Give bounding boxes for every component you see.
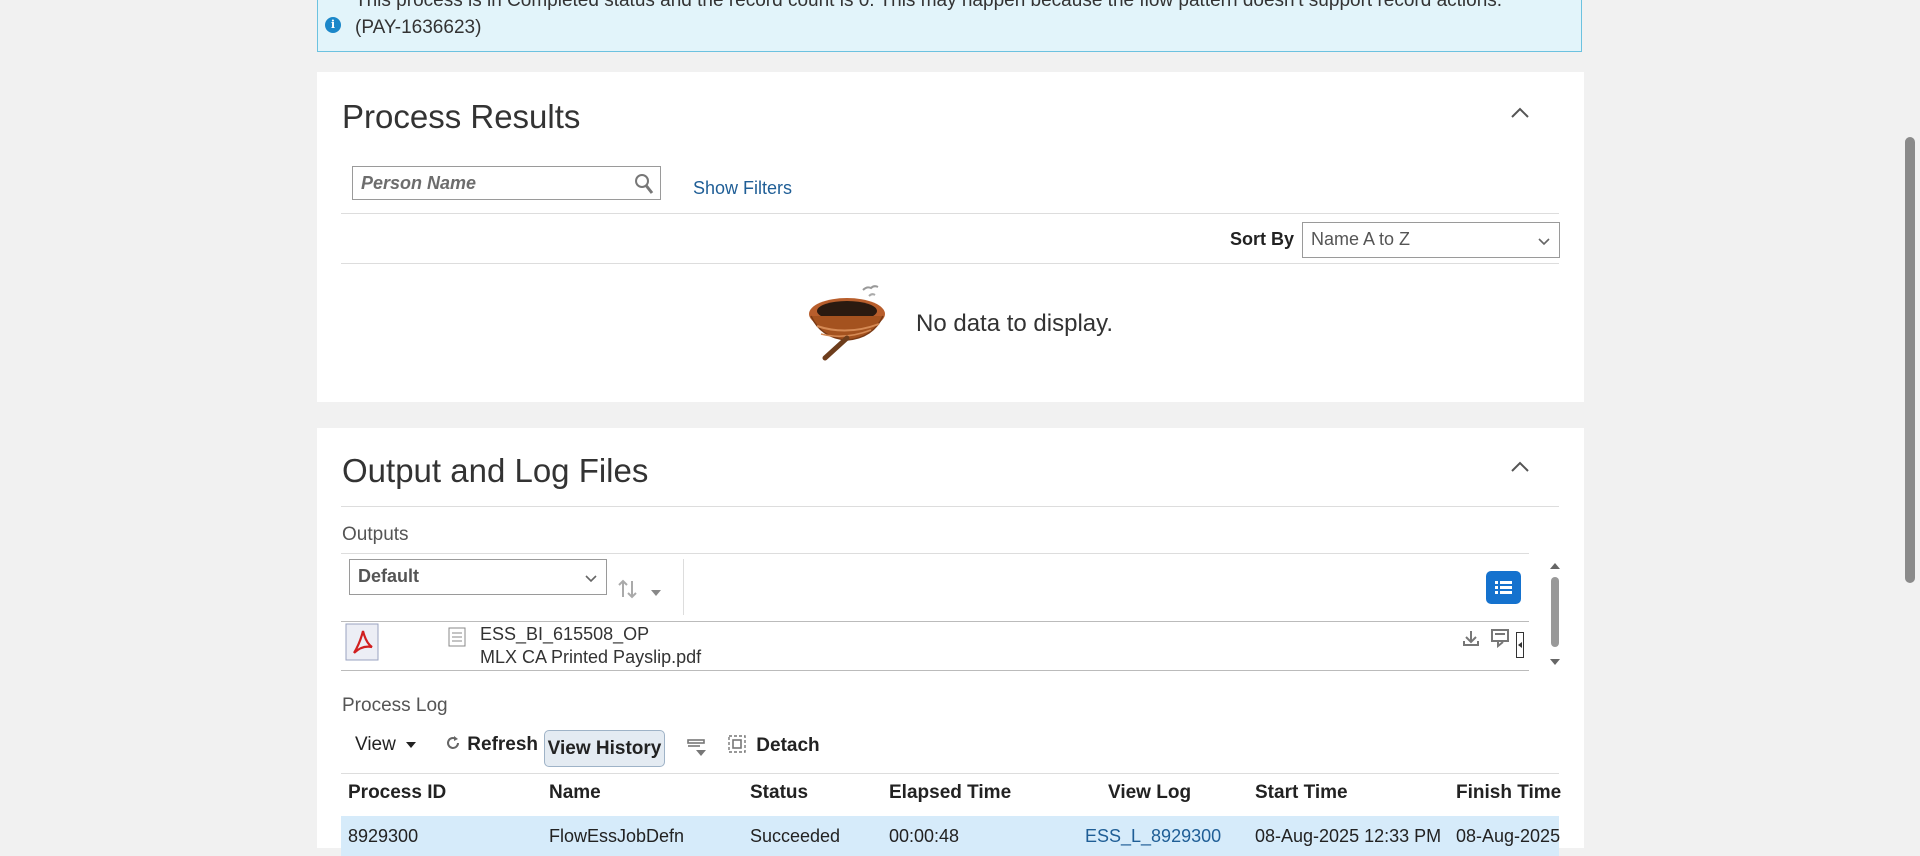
row-expand-handle[interactable] (1516, 632, 1524, 658)
cell-elapsed-time: 00:00:48 (889, 826, 960, 846)
output-log-panel: Output and Log Files Outputs Default ESS… (317, 428, 1584, 856)
republish-icon[interactable] (1490, 628, 1512, 653)
col-process-id[interactable]: Process ID (348, 782, 446, 804)
filter-icon[interactable] (686, 738, 708, 763)
info-banner: i This process is in Completed status an… (317, 0, 1582, 52)
pdf-file-icon (345, 623, 379, 666)
info-icon: i (325, 17, 341, 33)
collapse-chevron-up-icon[interactable] (1509, 456, 1531, 478)
divider (341, 621, 1529, 622)
cell-name: FlowEssJobDefn (549, 826, 685, 846)
process-results-panel: Process Results Show Filters Sort By Nam… (317, 72, 1584, 402)
caret-down-icon[interactable] (650, 585, 662, 603)
document-icon (448, 627, 466, 652)
sort-by-value: Name A to Z (1311, 229, 1411, 249)
cell-start-time: 08-Aug-2025 12:33 PM (1255, 826, 1442, 846)
divider (341, 506, 1559, 507)
page-scrollbar-thumb[interactable] (1905, 137, 1915, 583)
show-filters-link[interactable]: Show Filters (693, 178, 792, 199)
outputs-view-select[interactable]: Default (349, 559, 607, 595)
outputs-label: Outputs (342, 524, 409, 545)
output-file-name[interactable]: MLX CA Printed Payslip.pdf (480, 647, 701, 668)
view-menu-label: View (355, 734, 396, 755)
collapse-chevron-up-icon[interactable] (1509, 102, 1531, 124)
outputs-view-value: Default (358, 566, 420, 586)
detach-label: Detach (756, 735, 820, 756)
person-name-input[interactable] (353, 167, 639, 199)
refresh-button[interactable]: Refresh (444, 734, 538, 756)
toolbar-separator (683, 559, 684, 615)
view-menu[interactable]: View (355, 734, 417, 756)
banner-message: This process is in Completed status and … (355, 0, 1502, 41)
refresh-label: Refresh (467, 734, 539, 755)
process-results-title: Process Results (342, 98, 581, 135)
view-log-link[interactable]: ESS_L_8929300 (1085, 826, 1221, 847)
col-name[interactable]: Name (549, 782, 601, 804)
outputs-scrollbar[interactable] (1548, 561, 1562, 667)
cell-status: Succeeded (750, 826, 841, 846)
person-name-search (352, 166, 661, 200)
output-log-title: Output and Log Files (342, 452, 649, 489)
cell-process-id: 8929300 (348, 826, 419, 846)
list-view-button[interactable] (1486, 571, 1521, 604)
no-data-message: No data to display. (916, 310, 1114, 337)
process-log-label: Process Log (342, 695, 448, 716)
sort-by-label: Sort By (1229, 229, 1294, 249)
divider (341, 670, 1529, 671)
empty-nest-icon (807, 282, 889, 367)
download-icon[interactable] (1461, 628, 1481, 653)
col-start-time[interactable]: Start Time (1255, 782, 1348, 804)
divider (341, 553, 1529, 554)
divider (341, 773, 1559, 774)
banner-message-line1: This process is in Completed status and … (355, 0, 1503, 11)
view-history-button[interactable]: View History (544, 730, 665, 767)
sort-by-select[interactable]: Name A to Z (1302, 222, 1560, 258)
col-finish-time[interactable]: Finish Time (1456, 782, 1561, 804)
detach-button[interactable]: Detach (727, 734, 820, 757)
chevron-down-icon (584, 569, 598, 590)
col-elapsed-time[interactable]: Elapsed Time (889, 782, 1011, 804)
sort-icon[interactable] (617, 578, 639, 605)
col-status[interactable]: Status (750, 782, 808, 804)
chevron-down-icon (1537, 232, 1551, 253)
cell-finish-time: 08-Aug-2025 (1456, 826, 1561, 846)
divider (341, 263, 1559, 264)
search-icon[interactable] (634, 173, 654, 200)
banner-message-code: (PAY-1636623) (355, 17, 482, 38)
col-view-log[interactable]: View Log (1108, 782, 1191, 804)
output-file-id[interactable]: ESS_BI_615508_OP (480, 624, 649, 645)
divider (341, 213, 1559, 214)
